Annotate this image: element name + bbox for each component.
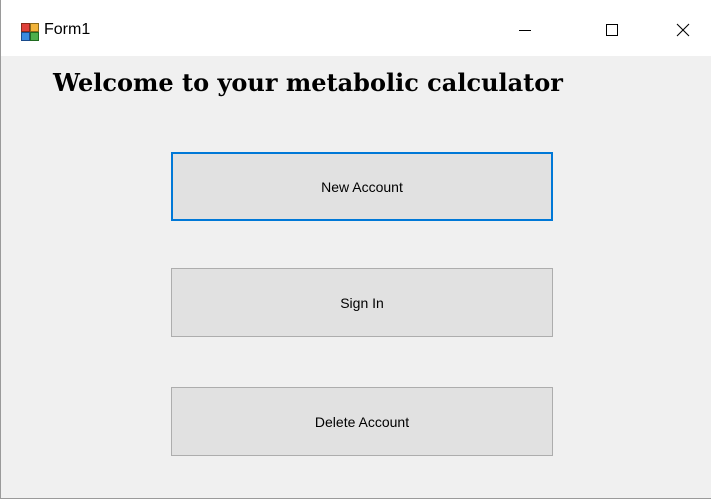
window-title: Form1 [44,21,91,38]
title-bar[interactable]: Form1 [1,0,711,56]
minimize-button[interactable] [502,10,548,54]
app-window: Form1 Welcome to your metabolic calculat… [0,0,711,499]
maximize-button[interactable] [589,10,635,54]
close-icon [676,23,690,42]
minimize-icon [518,23,532,42]
delete-account-button[interactable]: Delete Account [171,387,553,456]
welcome-heading: Welcome to your metabolic calculator [53,68,563,97]
close-button[interactable] [660,10,706,54]
sign-in-button[interactable]: Sign In [171,268,553,337]
app-icon [21,23,39,41]
new-account-button[interactable]: New Account [171,152,553,221]
maximize-icon [605,23,619,42]
